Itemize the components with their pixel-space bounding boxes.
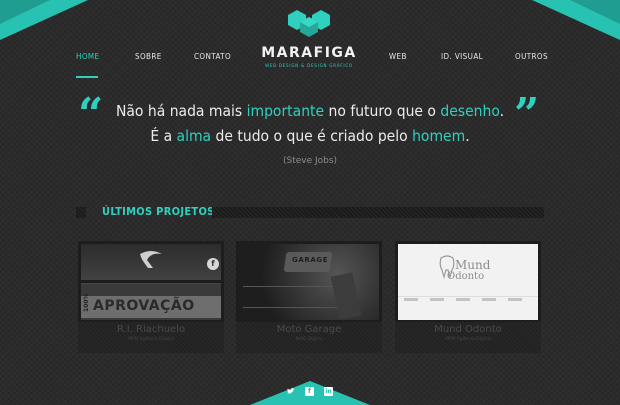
nav-contato[interactable]: CONTATO [194, 52, 231, 61]
logo-wordmark: MARAFIGA [261, 45, 357, 61]
linkedin-icon[interactable]: in [324, 387, 333, 396]
nav-web[interactable]: WEB [389, 52, 407, 61]
project-caption: Mund Odonto MPN Agência Digital [395, 322, 541, 353]
project-card[interactable]: f 100% APROVAÇÃO R.I. Riachuelo MPN Agên… [78, 241, 224, 353]
quote-highlight: alma [176, 127, 212, 145]
project-title: R.I. Riachuelo [116, 324, 186, 335]
mund-logo-top: Mund [455, 258, 491, 272]
nav-id-visual[interactable]: ID. VISUAL [441, 52, 483, 61]
social-links: f in [286, 387, 334, 397]
corner-decoration-left-inner [0, 0, 50, 24]
section-stripe-left [76, 207, 86, 218]
project-title: Mund Odonto [434, 324, 502, 335]
section-heading: ÚLTIMOS PROJETOS [76, 205, 544, 220]
project-caption: Moto Garage MAG Digital [236, 322, 382, 353]
thumbnail-menu [404, 298, 532, 301]
project-caption: R.I. Riachuelo MPN Agência Digital [78, 322, 224, 353]
quote-line-2: É a alma de tudo o que é criado pelo hom… [150, 127, 470, 145]
banner-text: APROVAÇÃO [93, 298, 195, 314]
project-thumbnail: GARAGE [239, 244, 379, 320]
quote-highlight: desenho [440, 102, 500, 120]
project-thumbnail: Mund Odonto [398, 244, 538, 320]
twitter-icon[interactable] [286, 387, 295, 396]
nav-sobre[interactable]: SOBRE [135, 52, 162, 61]
section-title: ÚLTIMOS PROJETOS [102, 205, 215, 218]
logo[interactable]: MARAFIGA WEB DESIGN & DESIGN GRÁFICO [256, 8, 362, 68]
quote-highlight: homem [412, 127, 466, 145]
project-subtitle: MPN Agência Digital [128, 337, 174, 342]
corner-decoration-right-inner [570, 0, 620, 24]
project-thumbnail: f 100% APROVAÇÃO [81, 244, 221, 320]
section-stripe-right [212, 207, 544, 218]
quote-highlight: importante [246, 102, 325, 120]
project-subtitle: MPN Agência Digital [445, 337, 491, 342]
quote-line-1: Não há nada mais importante no futuro qu… [115, 102, 505, 120]
project-card[interactable]: GARAGE Moto Garage MAG Digital [236, 241, 382, 353]
nav-outros[interactable]: OUTROS [515, 52, 548, 61]
thumbnail-divider [398, 296, 538, 297]
facebook-icon: f [207, 258, 219, 270]
thumbnail-menu-strip [243, 286, 337, 308]
project-title: Moto Garage [276, 324, 342, 335]
logo-mark-icon [288, 10, 330, 37]
thumbnail-nav-bar [81, 280, 221, 283]
riachuelo-logo-icon [140, 251, 162, 268]
quote-author: (Steve Jobs) [282, 156, 338, 166]
facebook-icon[interactable]: f [305, 387, 314, 396]
nav-home[interactable]: HOME [76, 52, 99, 61]
mund-logo-bottom: Odonto [447, 271, 485, 282]
project-card[interactable]: Mund Odonto Mund Odonto MPN Agência Digi… [395, 241, 541, 353]
logo-tagline: WEB DESIGN & DESIGN GRÁFICO [265, 63, 353, 68]
nav-active-indicator [76, 76, 98, 78]
project-subtitle: MAG Digital [295, 337, 323, 342]
